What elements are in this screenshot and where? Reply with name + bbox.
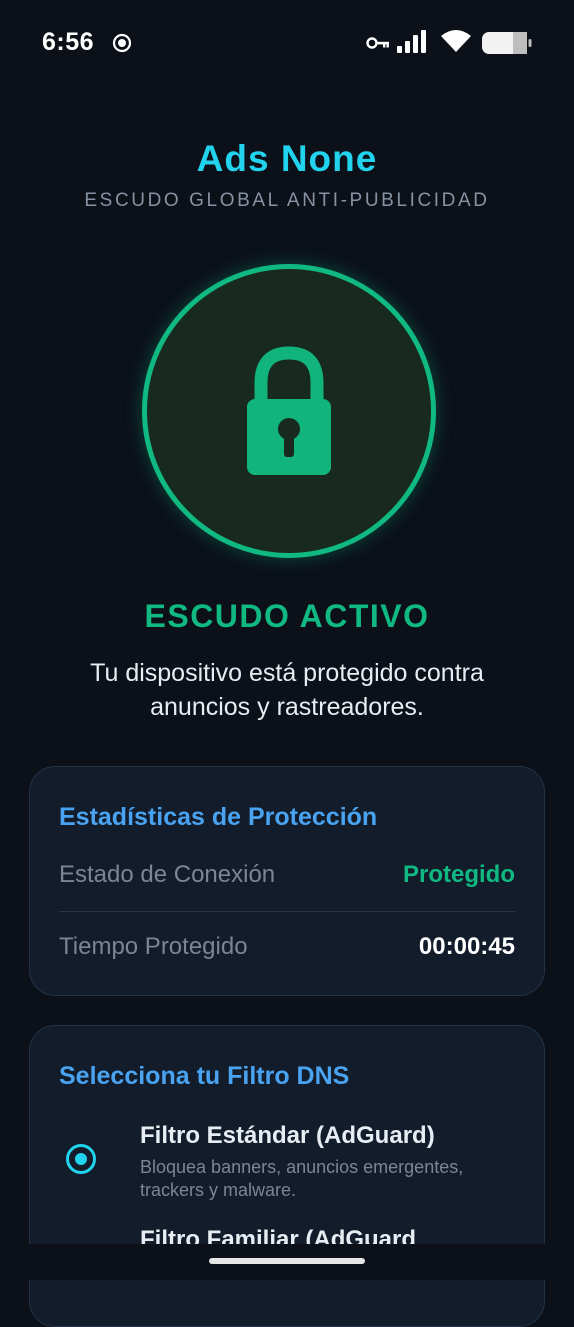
stat-label: Estado de Conexión [59,861,276,888]
status-bar: 6:56 [0,0,574,86]
status-time: 6:56 [42,28,95,56]
signal-icon [397,30,426,53]
vpn-key-icon [366,37,389,49]
dns-option-title: Filtro Estándar (AdGuard) [140,1122,435,1149]
screen-record-icon [112,33,132,53]
stat-row-connection: Estado de Conexión Protegido [59,861,515,901]
battery-icon [482,32,532,54]
wifi-icon [441,30,471,52]
app-subtitle: ESCUDO GLOBAL ANTI-PUBLICIDAD [84,190,490,211]
radio-dot [75,1153,87,1165]
dns-card-title: Selecciona tu Filtro DNS [59,1062,350,1090]
dns-filter-card: Selecciona tu Filtro DNS Filtro Estándar… [29,1025,545,1327]
stat-row-time: Tiempo Protegido 00:00:45 [59,933,515,973]
shield-status-title: ESCUDO ACTIVO [144,598,430,634]
lock-icon [247,346,331,475]
protection-stats-card: Estadísticas de Protección Estado de Con… [29,766,545,996]
shield-toggle-button[interactable] [142,264,436,558]
stat-value-connection: Protegido [403,861,515,888]
app-title: Ads None [196,138,378,179]
radio-selected[interactable] [66,1144,96,1174]
stat-label: Tiempo Protegido [59,933,248,960]
divider [59,911,515,912]
shield-status-description: Tu dispositivo está protegido contra anu… [90,659,484,721]
home-indicator[interactable] [209,1258,365,1264]
dns-option-description: Bloquea banners, anuncios emergentes, tr… [140,1157,464,1200]
stat-value-time: 00:00:45 [418,933,515,960]
stats-card-title: Estadísticas de Protección [59,803,378,831]
